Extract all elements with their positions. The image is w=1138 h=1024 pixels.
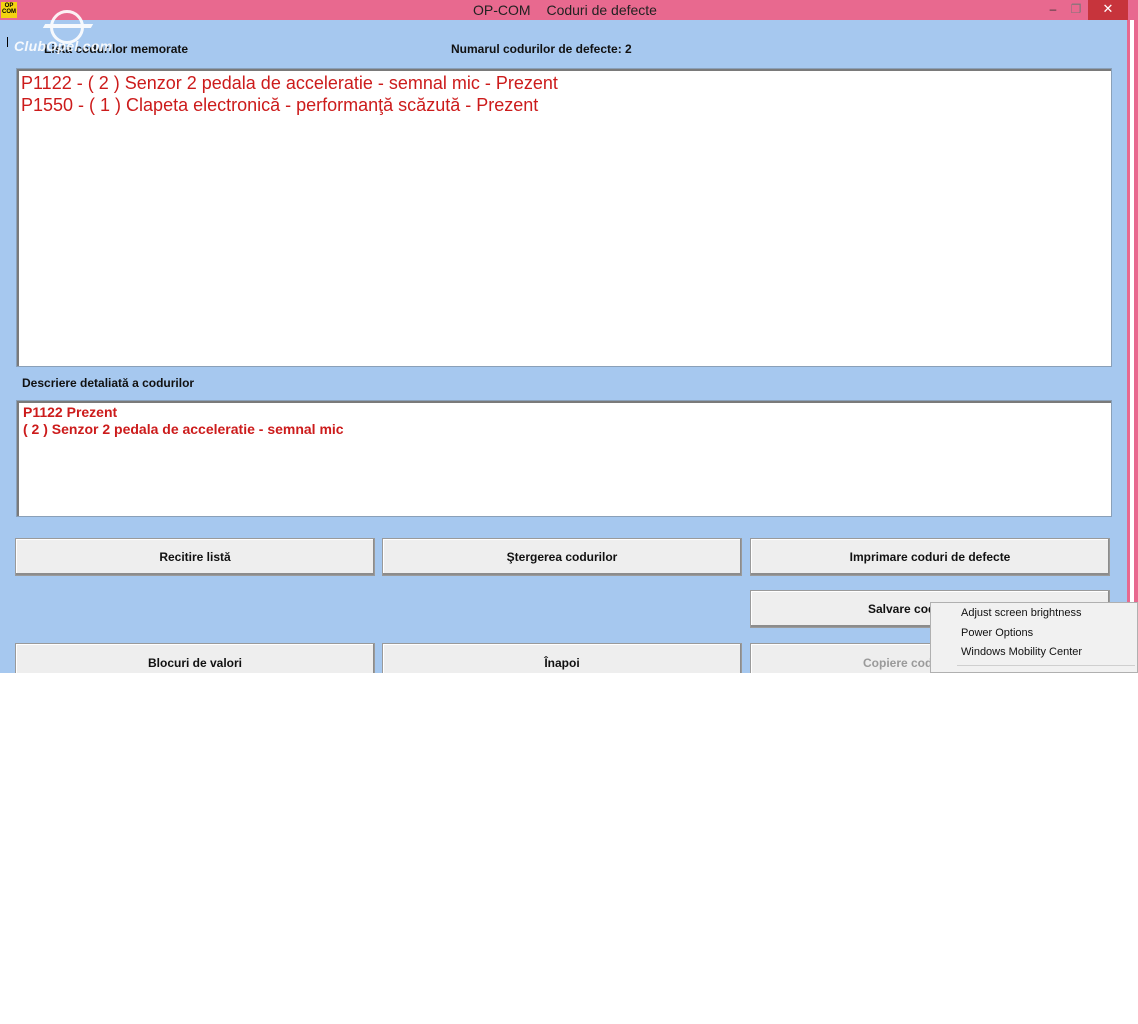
details-label: Descriere detaliată a codurilor bbox=[22, 376, 195, 390]
value-blocks-button[interactable]: Blocuri de valori bbox=[15, 643, 375, 673]
window-right-gap bbox=[1130, 20, 1134, 673]
context-menu: Adjust screen brightness Power Options W… bbox=[930, 602, 1138, 673]
restore-icon[interactable]: ❐ bbox=[1066, 0, 1086, 20]
text-caret bbox=[7, 37, 8, 47]
window-title-page: Coduri de defecte bbox=[546, 2, 657, 18]
list-item[interactable]: P1122 - ( 2 ) Senzor 2 pedala de acceler… bbox=[21, 72, 1107, 94]
clubopel-watermark-logo: ClubOpel.com bbox=[14, 10, 124, 56]
back-button[interactable]: Înapoi bbox=[382, 643, 742, 673]
opel-bolt-icon bbox=[42, 24, 94, 28]
details-line: ( 2 ) Senzor 2 pedala de acceleratie - s… bbox=[23, 421, 344, 437]
delete-codes-button[interactable]: Ştergerea codurilor bbox=[382, 538, 742, 576]
minimize-icon[interactable]: – bbox=[1043, 0, 1063, 20]
details-line: P1122 Prezent bbox=[23, 404, 118, 420]
close-icon[interactable]: ✕ bbox=[1088, 0, 1128, 20]
op-com-window: OP COM OP-COM Coduri de defecte – ❐ ✕ Li… bbox=[0, 0, 1138, 673]
window-title: OP-COM Coduri de defecte bbox=[0, 2, 1130, 18]
list-item[interactable]: P1550 - ( 1 ) Clapeta electronică - perf… bbox=[21, 94, 1107, 116]
details-box[interactable]: P1122 Prezent ( 2 ) Senzor 2 pedala de a… bbox=[16, 400, 1112, 517]
print-codes-button[interactable]: Imprimare coduri de defecte bbox=[750, 538, 1110, 576]
menu-item-power-options[interactable]: Power Options bbox=[961, 627, 1033, 639]
codes-list[interactable]: P1122 - ( 2 ) Senzor 2 pedala de acceler… bbox=[16, 68, 1112, 367]
title-bar: OP COM OP-COM Coduri de defecte – ❐ ✕ bbox=[0, 0, 1138, 20]
menu-item-adjust-brightness[interactable]: Adjust screen brightness bbox=[961, 607, 1081, 619]
codes-count-label: Numarul codurilor de defecte: 2 bbox=[451, 42, 632, 56]
window-title-app: OP-COM bbox=[473, 2, 531, 18]
menu-separator bbox=[957, 665, 1135, 666]
reread-list-button[interactable]: Recitire listă bbox=[15, 538, 375, 576]
watermark-text: ClubOpel.com bbox=[14, 38, 113, 54]
menu-item-mobility-center[interactable]: Windows Mobility Center bbox=[961, 646, 1082, 658]
